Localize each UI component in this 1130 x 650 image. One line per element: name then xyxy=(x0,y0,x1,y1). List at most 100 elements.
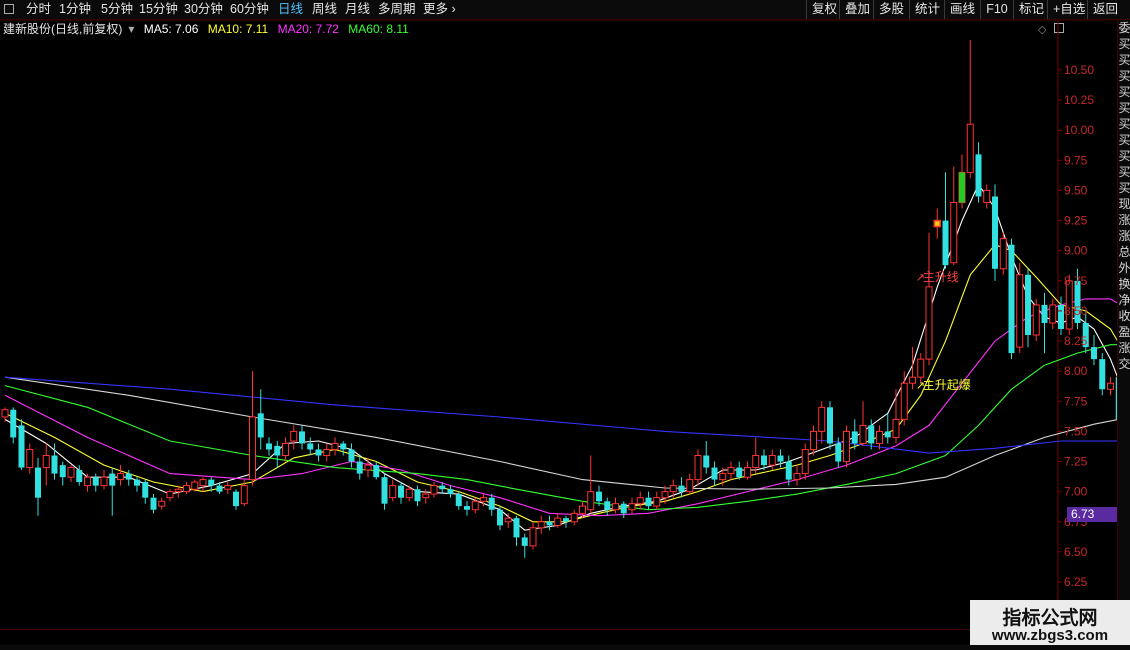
status-bar xyxy=(0,645,1130,650)
candle-body-down xyxy=(266,443,272,450)
candle-body-up xyxy=(422,493,430,499)
candle-body-up xyxy=(1,409,9,418)
candle-body-down xyxy=(76,469,83,483)
candle-body-up xyxy=(1032,304,1040,336)
candle-body-down xyxy=(678,485,685,492)
candle-body-up xyxy=(570,512,578,523)
watermark-url: www.zbgs3.com xyxy=(991,627,1109,644)
candle-body-highlight xyxy=(959,172,965,203)
ma-lines xyxy=(4,183,1117,531)
candle-body-down xyxy=(703,455,710,468)
quote-label: 涨 xyxy=(1118,341,1130,355)
candle-body-up xyxy=(249,416,256,481)
annotation-arrow: ↗ xyxy=(916,271,925,284)
candle-body-down xyxy=(381,477,388,504)
candle-body-down xyxy=(563,518,569,522)
quote-label: 交 xyxy=(1118,357,1130,371)
candle-body-down xyxy=(35,467,41,498)
candle-body-up xyxy=(166,491,174,499)
candle-body-up xyxy=(158,500,166,507)
candle-body-down xyxy=(497,509,503,526)
candle-body-down xyxy=(274,445,281,456)
candle-body-down xyxy=(975,154,982,197)
candle-body-down xyxy=(992,196,998,269)
candle-body-up xyxy=(1016,274,1024,348)
candle-body-down xyxy=(604,501,611,510)
quote-label: 净 xyxy=(1118,293,1130,307)
y-tick-label: 7.75 xyxy=(1064,394,1088,408)
candle-body-up xyxy=(999,238,1007,270)
candle-body-down xyxy=(736,467,743,478)
candle-body-up xyxy=(669,485,677,493)
quote-label: 买 xyxy=(1118,85,1130,99)
candle-body-down xyxy=(51,455,58,474)
candle-body-up xyxy=(323,448,331,457)
quote-label: 收 xyxy=(1118,309,1130,323)
quote-label: 买 xyxy=(1118,117,1130,131)
quote-label: 委 xyxy=(1118,21,1130,35)
candle-body-down xyxy=(777,455,784,462)
candle-body-down xyxy=(125,473,132,480)
candle-body-down xyxy=(142,482,149,498)
candle-body-limit-up xyxy=(933,219,941,228)
candle-body-down xyxy=(521,537,528,546)
candle-body-up xyxy=(282,442,289,457)
candle-body-down xyxy=(645,497,652,507)
candle-body-up xyxy=(719,473,727,481)
candle-body-up xyxy=(744,467,751,478)
candle-body-up xyxy=(1107,382,1114,390)
quote-label: 涨 xyxy=(1118,229,1130,243)
y-tick-label: 7.25 xyxy=(1064,455,1088,469)
candle-body-down xyxy=(447,489,454,495)
candle-body-down xyxy=(455,494,462,507)
y-tick-label: 10.25 xyxy=(1064,93,1094,107)
quote-label: 买 xyxy=(1118,101,1130,115)
y-tick-label: 9.25 xyxy=(1064,214,1088,228)
candle-body-down xyxy=(208,479,215,486)
candle-body-down xyxy=(109,473,116,486)
candle-body-down xyxy=(216,485,223,492)
candle-body-up xyxy=(876,430,883,444)
y-tick-label: 8.00 xyxy=(1064,364,1088,378)
candle-body-up xyxy=(628,503,636,511)
candle-body-up xyxy=(224,485,232,490)
candle-body-down xyxy=(150,497,157,510)
candle-body-down xyxy=(513,518,520,538)
candle-body-up xyxy=(793,473,801,481)
candle-body-down xyxy=(373,465,380,478)
ma-line-ma20 xyxy=(4,298,1117,517)
candle-body-up xyxy=(480,497,487,502)
y-tick-label: 8.75 xyxy=(1064,274,1088,288)
candle-body-up xyxy=(405,488,413,499)
candle-body-up xyxy=(26,448,34,469)
candle-body-up xyxy=(801,448,809,475)
candle-body-down xyxy=(488,497,495,510)
candle-body-down xyxy=(546,521,553,526)
candle-body-up xyxy=(653,497,661,507)
candle-body-down xyxy=(620,503,627,514)
watermark: 指标公式网 www.zbgs3.com xyxy=(970,600,1130,650)
y-tick-label: 10.50 xyxy=(1064,63,1094,77)
candle-body-down xyxy=(10,409,17,438)
candle-body-up xyxy=(579,505,586,514)
candle-body-up xyxy=(471,500,479,511)
candle-body-down xyxy=(257,413,264,438)
candle-body-down xyxy=(92,477,99,486)
quote-label: 买 xyxy=(1118,37,1130,51)
candle-body-down xyxy=(233,491,239,507)
candle-body-up xyxy=(587,491,595,511)
annotation-label: 主升线 xyxy=(923,270,959,284)
candle-body-up xyxy=(752,455,760,469)
candle-body-down xyxy=(59,465,66,478)
candlestick-chart[interactable]: 主升线↗主升起爆↗ 10.5010.2510.009.759.509.259.0… xyxy=(0,0,1117,630)
candle-body-up xyxy=(504,517,512,523)
quote-label: 买 xyxy=(1118,69,1130,83)
y-tick-label: 6.25 xyxy=(1064,575,1088,589)
ma-line-ma120 xyxy=(4,376,1117,490)
annotation-label: 主升起爆 xyxy=(923,378,971,392)
candle-body-down xyxy=(348,449,355,462)
candle-body-up xyxy=(199,479,207,487)
quote-label: 涨 xyxy=(1118,213,1130,227)
candle-body-up xyxy=(537,521,545,529)
quote-label: 外 xyxy=(1118,261,1130,275)
